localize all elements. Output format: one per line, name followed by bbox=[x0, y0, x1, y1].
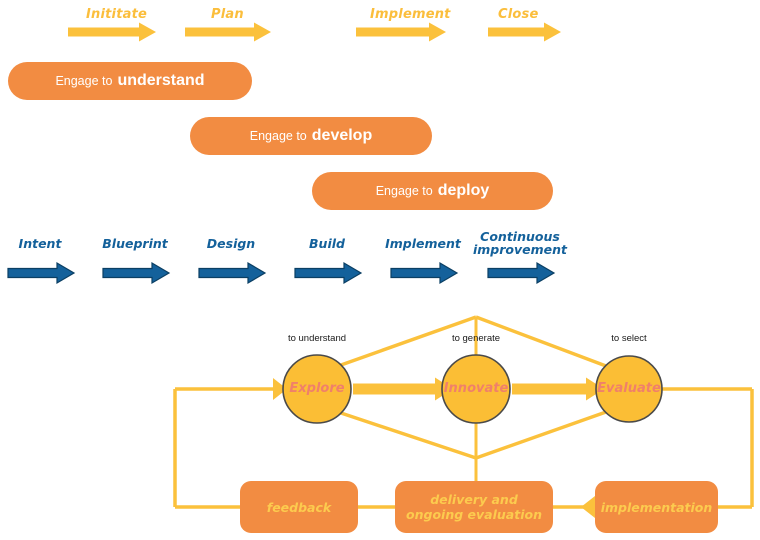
engage-banner-0[interactable]: Engage to understand bbox=[8, 62, 252, 100]
delivery-arrow-1 bbox=[102, 261, 171, 285]
phase-arrow-3 bbox=[488, 22, 561, 42]
phase-arrow-0 bbox=[68, 22, 156, 42]
engage-banner-keyword: deploy bbox=[437, 182, 490, 199]
diamond-edge-explore-bottom bbox=[340, 411, 477, 460]
loop-box-2[interactable]: implementation bbox=[595, 481, 718, 533]
phase-label-1: Plan bbox=[211, 7, 244, 22]
cycle-caption-2: to select bbox=[611, 333, 647, 344]
delivery-label-5: Continuous improvement bbox=[472, 229, 567, 257]
engage-banner-prefix: Engage to bbox=[55, 74, 113, 88]
cycle-caption-1: to generate bbox=[451, 333, 501, 344]
delivery-arrow-group bbox=[7, 261, 556, 285]
diagram-canvas: Inititate Plan Implement Close Engage to und… bbox=[0, 0, 760, 540]
arrowhead-into-delivery bbox=[581, 496, 595, 518]
engage-banner-prefix: Engage to bbox=[375, 184, 433, 198]
engage-banner-keyword: develop bbox=[311, 127, 373, 144]
phase-label-2: Implement bbox=[370, 7, 451, 22]
delivery-arrow-5 bbox=[487, 261, 556, 285]
engage-banner-1[interactable]: Engage to develop bbox=[190, 117, 432, 155]
cycle-caption-0: to understand bbox=[287, 333, 347, 344]
engage-banner-keyword: understand bbox=[117, 72, 205, 89]
delivery-arrow-4 bbox=[390, 261, 459, 285]
phase-arrow-2 bbox=[356, 22, 446, 42]
phase-label-3: Close bbox=[498, 7, 539, 22]
cycle-node-label-1: Innovate bbox=[443, 381, 509, 396]
cycle-node-label-0: Explore bbox=[289, 381, 345, 396]
phase-label-0: Inititate bbox=[86, 7, 148, 22]
engage-banner-prefix: Engage to bbox=[249, 129, 307, 143]
phase-arrow-1 bbox=[185, 22, 271, 42]
loop-box-1[interactable]: delivery and ongoing evaluation bbox=[395, 481, 553, 533]
delivery-arrow-0 bbox=[7, 261, 76, 285]
delivery-arrow-3 bbox=[294, 261, 363, 285]
loop-box-0[interactable]: feedback bbox=[240, 481, 358, 533]
phase-arrow-group bbox=[68, 22, 561, 42]
cycle-node-label-2: Evaluate bbox=[597, 381, 661, 396]
engage-banner-2[interactable]: Engage to deploy bbox=[312, 172, 553, 210]
diamond-edge-bottom-evaluate bbox=[475, 410, 607, 460]
delivery-arrow-2 bbox=[198, 261, 267, 285]
